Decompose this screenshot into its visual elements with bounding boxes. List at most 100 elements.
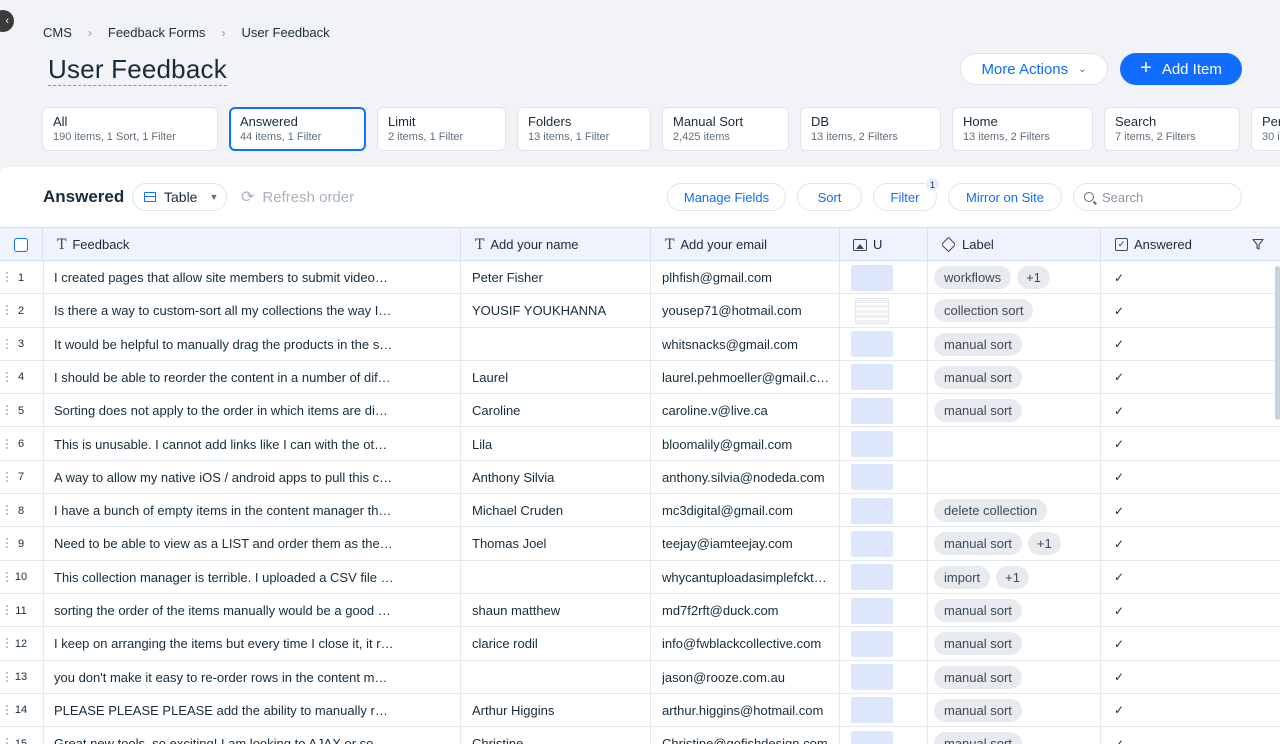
view-tab-search[interactable]: Search 7 items, 2 Filters bbox=[1104, 107, 1240, 151]
refresh-order-button[interactable]: ⟳ Refresh order bbox=[241, 187, 354, 207]
image-cell[interactable] bbox=[840, 261, 928, 294]
image-cell[interactable] bbox=[840, 727, 928, 744]
feedback-cell[interactable]: A way to allow my native iOS / android a… bbox=[43, 460, 461, 494]
answered-cell[interactable]: ✓ bbox=[1101, 727, 1280, 744]
answered-cell[interactable]: ✓ bbox=[1101, 361, 1280, 394]
image-cell[interactable] bbox=[840, 660, 928, 694]
vertical-scrollbar[interactable] bbox=[1275, 266, 1280, 420]
table-row[interactable]: 11 sorting the order of the items manuall… bbox=[0, 594, 1280, 628]
page-title[interactable]: User Feedback bbox=[48, 53, 227, 86]
name-cell[interactable] bbox=[461, 660, 651, 694]
view-tab-limit[interactable]: Limit 2 items, 1 Filter bbox=[377, 107, 506, 151]
table-row[interactable]: 5 Sorting does not apply to the order in … bbox=[0, 394, 1280, 428]
email-cell[interactable]: yousep71@hotmail.com bbox=[651, 294, 840, 328]
label-cell[interactable]: manual sort +1 bbox=[928, 527, 1101, 561]
name-cell[interactable]: shaun matthew bbox=[461, 594, 651, 627]
label-cell[interactable] bbox=[928, 460, 1101, 494]
feedback-cell[interactable]: Sorting does not apply to the order in w… bbox=[43, 394, 461, 428]
drag-handle-icon[interactable] bbox=[5, 437, 10, 451]
drag-handle-icon[interactable] bbox=[5, 504, 10, 518]
feedback-cell[interactable]: PLEASE PLEASE PLEASE add the ability to … bbox=[43, 693, 461, 727]
image-cell[interactable] bbox=[840, 394, 928, 428]
feedback-cell[interactable]: This collection manager is terrible. I u… bbox=[43, 560, 461, 594]
email-cell[interactable]: bloomalily@gmail.com bbox=[651, 427, 840, 461]
collapse-sidebar-button[interactable]: ‹ bbox=[0, 10, 14, 32]
drag-handle-icon[interactable] bbox=[5, 570, 10, 584]
filter-button[interactable]: Filter 1 bbox=[873, 177, 940, 211]
answered-cell[interactable]: ✓ bbox=[1101, 494, 1280, 527]
email-cell[interactable]: arthur.higgins@hotmail.com bbox=[651, 693, 840, 727]
name-cell[interactable]: Arthur Higgins bbox=[461, 693, 651, 727]
add-item-button[interactable]: + Add Item bbox=[1120, 53, 1242, 85]
drag-handle-icon[interactable] bbox=[5, 537, 10, 551]
answered-cell[interactable]: ✓ bbox=[1101, 527, 1280, 560]
view-tab-all[interactable]: All 190 items, 1 Sort, 1 Filter bbox=[42, 107, 218, 151]
name-cell[interactable]: Michael Cruden bbox=[461, 494, 651, 528]
image-cell[interactable] bbox=[840, 294, 928, 328]
label-cell[interactable]: import +1 bbox=[928, 560, 1101, 594]
table-row[interactable]: 2 Is there a way to custom-sort all my co… bbox=[0, 294, 1280, 328]
email-cell[interactable]: anthony.silvia@nodeda.com bbox=[651, 460, 840, 494]
breadcrumb-item-feedback-forms[interactable]: Feedback Forms bbox=[108, 25, 206, 40]
table-row[interactable]: 3 It would be helpful to manually drag th… bbox=[0, 327, 1280, 361]
mirror-on-site-button[interactable]: Mirror on Site bbox=[948, 183, 1062, 211]
label-cell[interactable]: manual sort bbox=[928, 594, 1101, 627]
answered-cell[interactable]: ✓ bbox=[1101, 627, 1280, 660]
label-cell[interactable]: workflows +1 bbox=[928, 261, 1101, 294]
more-labels-chip[interactable]: +1 bbox=[996, 565, 1029, 589]
label-cell[interactable]: delete collection bbox=[928, 494, 1101, 528]
feedback-cell[interactable]: This is unusable. I cannot add links lik… bbox=[43, 427, 461, 461]
sort-button[interactable]: Sort bbox=[797, 183, 862, 211]
answered-cell[interactable]: ✓ bbox=[1101, 694, 1280, 727]
label-cell[interactable]: manual sort bbox=[928, 693, 1101, 727]
manage-fields-button[interactable]: Manage Fields bbox=[667, 183, 786, 211]
drag-handle-icon[interactable] bbox=[5, 337, 10, 351]
email-cell[interactable]: teejay@iamteejay.com bbox=[651, 527, 840, 561]
image-cell[interactable] bbox=[840, 494, 928, 528]
table-row[interactable]: 1 I created pages that allow site members… bbox=[0, 261, 1280, 295]
answered-cell[interactable]: ✓ bbox=[1101, 261, 1280, 294]
drag-handle-icon[interactable] bbox=[5, 604, 10, 617]
label-cell[interactable]: collection sort bbox=[928, 294, 1101, 328]
view-tab-manual-sort[interactable]: Manual Sort 2,425 items bbox=[662, 107, 789, 151]
drag-handle-icon[interactable] bbox=[5, 304, 10, 318]
name-cell[interactable]: Caroline bbox=[461, 394, 651, 428]
label-cell[interactable]: manual sort bbox=[928, 660, 1101, 694]
drag-handle-icon[interactable] bbox=[5, 271, 10, 284]
name-cell[interactable]: Christine bbox=[461, 727, 651, 744]
feedback-cell[interactable]: I have a bunch of empty items in the con… bbox=[43, 494, 461, 528]
name-cell[interactable]: Peter Fisher bbox=[461, 261, 651, 294]
image-cell[interactable] bbox=[840, 527, 928, 561]
answered-cell[interactable]: ✓ bbox=[1101, 394, 1280, 427]
answered-cell[interactable]: ✓ bbox=[1101, 428, 1280, 461]
search-input[interactable] bbox=[1102, 189, 1232, 205]
table-row[interactable]: 13 you don't make it easy to re-order row… bbox=[0, 660, 1280, 694]
name-cell[interactable]: Anthony Silvia bbox=[461, 460, 651, 494]
drag-handle-icon[interactable] bbox=[5, 703, 10, 717]
table-row[interactable]: 14 PLEASE PLEASE PLEASE add the ability t… bbox=[0, 693, 1280, 728]
table-row[interactable]: 10 This collection manager is terrible. I… bbox=[0, 560, 1280, 594]
image-cell[interactable] bbox=[840, 427, 928, 461]
table-row[interactable]: 6 This is unusable. I cannot add links li… bbox=[0, 427, 1280, 461]
table-row[interactable]: 9 Need to be able to view as a LIST and o… bbox=[0, 527, 1280, 561]
view-tab-perr[interactable]: Perr 30 it bbox=[1251, 107, 1280, 151]
column-header-label[interactable]: Label bbox=[928, 228, 1101, 261]
name-cell[interactable]: YOUSIF YOUKHANNA bbox=[461, 294, 651, 328]
filter-icon[interactable] bbox=[1252, 238, 1264, 250]
column-header-feedback[interactable]: T Feedback bbox=[43, 228, 461, 261]
name-cell[interactable] bbox=[461, 560, 651, 594]
image-cell[interactable] bbox=[840, 560, 928, 594]
search-field[interactable] bbox=[1073, 183, 1242, 211]
label-cell[interactable]: manual sort bbox=[928, 727, 1101, 744]
email-cell[interactable]: jason@rooze.com.au bbox=[651, 660, 840, 694]
image-cell[interactable] bbox=[840, 594, 928, 627]
view-tab-db[interactable]: DB 13 items, 2 Filters bbox=[800, 107, 941, 151]
email-cell[interactable]: whitsnacks@gmail.com bbox=[651, 327, 840, 361]
email-cell[interactable]: mc3digital@gmail.com bbox=[651, 494, 840, 528]
answered-cell[interactable]: ✓ bbox=[1101, 594, 1280, 627]
email-cell[interactable]: whycantuploadasimplefcktable@gmail.com bbox=[651, 560, 840, 594]
email-cell[interactable]: md7f2rft@duck.com bbox=[651, 594, 840, 627]
table-row[interactable]: 15 Great new tools, so exciting! I am loo… bbox=[0, 727, 1280, 744]
view-tab-answered[interactable]: Answered 44 items, 1 Filter bbox=[229, 107, 366, 151]
table-row[interactable]: 7 A way to allow my native iOS / android … bbox=[0, 460, 1280, 495]
